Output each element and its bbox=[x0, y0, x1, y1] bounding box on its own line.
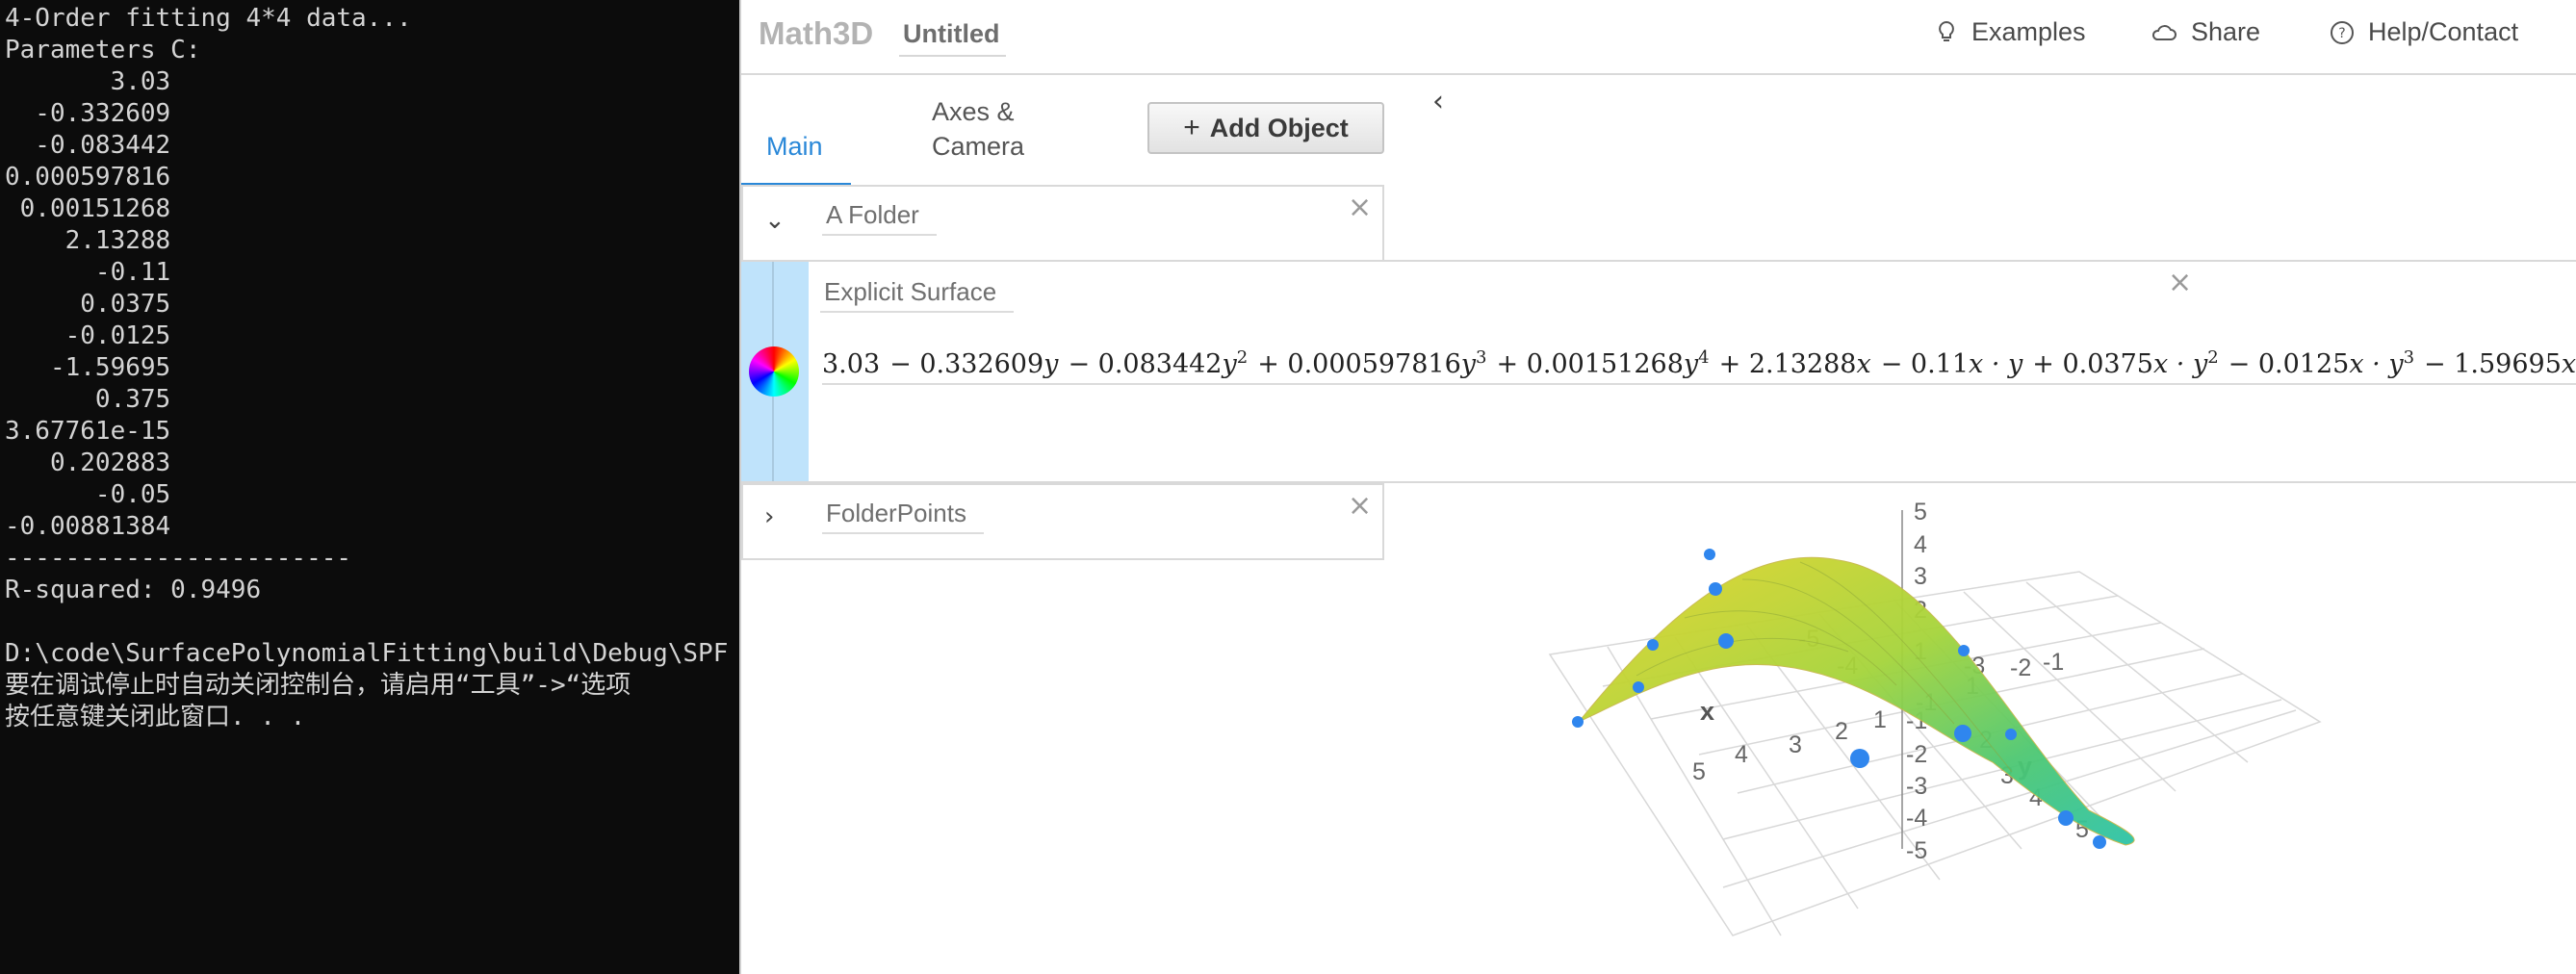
tab-axes-label-2: Camera bbox=[932, 132, 1025, 161]
folderpoints-name[interactable]: FolderPoints bbox=[822, 499, 984, 534]
plot-3d-canvas[interactable]: 5 4 3 2 1 -1 -2 -3 -4 -5 5 4 3 2 1 -1 x … bbox=[1415, 483, 2576, 974]
console-line: 0.0375 bbox=[5, 290, 171, 319]
console-line: -0.332609 bbox=[5, 99, 171, 128]
cloud-icon bbox=[2151, 24, 2177, 40]
data-point bbox=[1704, 549, 1715, 560]
tab-axes-label-1: Axes & bbox=[932, 97, 1015, 126]
console-line: 2.13288 bbox=[5, 226, 171, 255]
chevron-right-icon[interactable]: › bbox=[764, 502, 774, 531]
document-title[interactable]: Untitled bbox=[899, 19, 1006, 57]
console-line: -0.05 bbox=[5, 480, 171, 509]
lightbulb-icon bbox=[1939, 20, 1954, 41]
console-line: ----------------------- bbox=[5, 544, 352, 573]
svg-text:2: 2 bbox=[1835, 718, 1848, 745]
nav-examples[interactable]: Examples bbox=[1935, 17, 2086, 47]
close-icon[interactable]: × bbox=[1348, 191, 1372, 224]
data-point bbox=[1709, 582, 1722, 596]
data-point bbox=[1958, 645, 1970, 656]
console-line: 0.202883 bbox=[5, 449, 171, 477]
console-line: -0.083442 bbox=[5, 131, 171, 160]
svg-text:4: 4 bbox=[1735, 741, 1748, 768]
surface-color-strip bbox=[741, 262, 809, 481]
svg-text:5: 5 bbox=[1692, 758, 1706, 785]
svg-text:4: 4 bbox=[1914, 531, 1927, 558]
svg-text:-4: -4 bbox=[1906, 805, 1927, 832]
explicit-surface-row[interactable]: Explicit Surface × 3.03 − 0.332609y − 0.08… bbox=[741, 260, 2576, 483]
data-point bbox=[1572, 716, 1584, 728]
svg-text:-2: -2 bbox=[2010, 654, 2031, 681]
console-line: R-squared: 0.9496 bbox=[5, 576, 262, 604]
formula-term: − 1.59695x2 bbox=[2424, 349, 2576, 379]
chevron-down-icon[interactable]: ⌄ bbox=[764, 206, 786, 235]
help-circle-icon: ? bbox=[2331, 20, 2354, 44]
folder-row[interactable]: ⌄ A Folder × bbox=[741, 185, 1384, 262]
nav-share-label: Share bbox=[2191, 17, 2261, 46]
formula-term: + 2.13288x bbox=[1718, 349, 1871, 379]
console-line: D:\code\SurfacePolynomialFitting\build\D… bbox=[5, 639, 729, 668]
console-line: -0.11 bbox=[5, 258, 171, 287]
console-line: -0.00881384 bbox=[5, 512, 171, 541]
formula-term: + 0.00151268y4 bbox=[1496, 347, 1710, 379]
svg-text:5: 5 bbox=[1914, 499, 1927, 525]
formula-term: − 0.332609y bbox=[889, 349, 1059, 379]
console-line: -0.0125 bbox=[5, 321, 171, 350]
folderpoints-row[interactable]: › FolderPoints × bbox=[741, 483, 1384, 560]
console-line: 0.00151268 bbox=[5, 194, 171, 223]
svg-text:-5: -5 bbox=[1906, 837, 1927, 864]
collapse-panel-icon[interactable]: ‹ bbox=[1432, 85, 1444, 118]
fitted-surface bbox=[1578, 556, 2135, 846]
console-line: 按任意键关闭此窗口. . . bbox=[5, 703, 306, 731]
console-line: 0.375 bbox=[5, 385, 171, 414]
data-point bbox=[2093, 835, 2106, 849]
data-point bbox=[1633, 681, 1644, 693]
math3d-app: Math3D Untitled Examples Share ? Help/Co… bbox=[739, 0, 2576, 974]
close-icon[interactable]: × bbox=[2168, 266, 2192, 299]
data-point bbox=[1718, 633, 1734, 649]
formula-term: 3.03 bbox=[822, 349, 881, 379]
surface-name[interactable]: Explicit Surface bbox=[820, 277, 1015, 313]
data-point bbox=[2005, 729, 2017, 740]
console-line: Parameters C: bbox=[5, 36, 201, 64]
svg-text:?: ? bbox=[2338, 26, 2345, 41]
data-point bbox=[2058, 810, 2074, 826]
formula-term: − 0.083442y2 bbox=[1068, 347, 1249, 379]
formula-term: − 0.0125x · y3 bbox=[2228, 347, 2415, 379]
tab-main[interactable]: Main bbox=[766, 129, 823, 164]
svg-text:-2: -2 bbox=[1906, 741, 1927, 768]
color-picker-icon[interactable] bbox=[749, 346, 799, 397]
data-point bbox=[1954, 725, 1971, 742]
formula-term: + 0.000597816y3 bbox=[1257, 347, 1487, 379]
console-line: 要在调试停止时自动关闭控制台，请启用“工具”->“选项 bbox=[5, 671, 631, 700]
svg-text:-3: -3 bbox=[1906, 773, 1927, 800]
formula-term: + 0.0375x · y2 bbox=[2032, 347, 2219, 379]
console-line: -1.59695 bbox=[5, 353, 171, 382]
console-window: 4-Order fitting 4*4 data... Parameters C:… bbox=[0, 0, 739, 974]
data-point bbox=[1647, 639, 1659, 651]
console-line: 3.03 bbox=[5, 67, 171, 96]
add-object-label: Add Object bbox=[1209, 113, 1349, 142]
surface-formula-input[interactable]: 3.03 − 0.332609y − 0.083442y2 + 0.000597816… bbox=[822, 335, 2576, 385]
svg-text:3: 3 bbox=[1789, 731, 1802, 758]
close-icon[interactable]: × bbox=[1348, 489, 1372, 523]
app-logo[interactable]: Math3D bbox=[759, 15, 873, 52]
svg-text:1: 1 bbox=[1873, 706, 1887, 733]
console-line: 3.67761e-15 bbox=[5, 417, 171, 446]
folder-name[interactable]: A Folder bbox=[822, 200, 937, 236]
app-header: Math3D Untitled Examples Share ? Help/Co… bbox=[741, 0, 2576, 75]
tab-axes-camera[interactable]: Axes & Camera bbox=[932, 94, 1024, 164]
nav-examples-label: Examples bbox=[1971, 17, 2086, 46]
console-line: 4-Order fitting 4*4 data... bbox=[5, 4, 412, 33]
console-line: 0.000597816 bbox=[5, 163, 171, 192]
nav-share[interactable]: Share bbox=[2151, 17, 2260, 47]
nav-help-label: Help/Contact bbox=[2368, 17, 2519, 46]
svg-text:3: 3 bbox=[1914, 563, 1927, 590]
svg-text:-1: -1 bbox=[2043, 649, 2064, 676]
x-axis-label: x bbox=[1700, 697, 1714, 726]
plus-icon: + bbox=[1183, 112, 1200, 143]
formula-term: − 0.11x · y bbox=[1880, 349, 2023, 379]
add-object-button[interactable]: + Add Object bbox=[1147, 102, 1384, 154]
nav-help[interactable]: ? Help/Contact bbox=[2330, 17, 2518, 47]
data-point bbox=[1850, 749, 1869, 768]
